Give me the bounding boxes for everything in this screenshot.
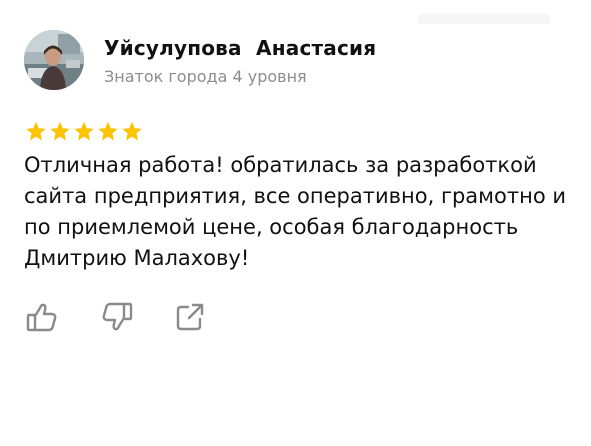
star-icon [26, 121, 46, 141]
review-card: Уйсулупова Анастасия Знаток города 4 уро… [0, 0, 591, 446]
review-text: Отличная работа! обратилась за разработк… [24, 153, 567, 270]
share-button[interactable] [173, 300, 207, 334]
dislike-button[interactable] [100, 300, 134, 334]
avatar-photo [24, 30, 84, 90]
star-icon [122, 121, 142, 141]
share-icon [176, 303, 204, 331]
star-rating [24, 120, 144, 143]
author-status: Знаток города 4 уровня [104, 67, 307, 86]
header-placeholder-bar [418, 14, 550, 24]
thumbs-up-icon [26, 303, 57, 332]
like-button[interactable] [25, 300, 59, 334]
star-icon [98, 121, 118, 141]
star-icon [50, 121, 70, 141]
star-icon [74, 121, 94, 141]
avatar[interactable] [24, 30, 84, 90]
thumbs-down-icon [102, 302, 133, 331]
author-name[interactable]: Уйсулупова Анастасия [104, 36, 376, 60]
